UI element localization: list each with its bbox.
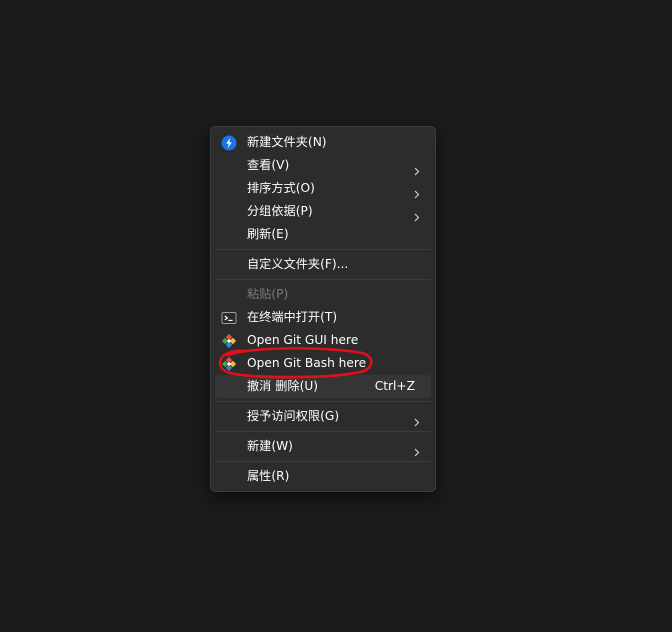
menu-item-label: 查看(V) — [247, 158, 290, 172]
menu-item-label: 粘贴(P) — [247, 287, 289, 301]
menu-item-paste[interactable]: 粘贴(P) — [215, 283, 431, 306]
menu-separator — [215, 431, 431, 432]
chevron-right-icon — [412, 184, 421, 199]
menu-separator — [215, 279, 431, 280]
menu-item-undo-delete[interactable]: 撤消 删除(U) Ctrl+Z — [215, 375, 431, 398]
menu-item-label: Open Git Bash here — [247, 356, 367, 370]
menu-item-open-git-gui[interactable]: Open Git GUI here — [215, 329, 431, 352]
menu-item-customize-folder[interactable]: 自定义文件夹(F)... — [215, 253, 431, 276]
menu-item-new[interactable]: 新建(W) — [215, 435, 431, 458]
menu-item-properties[interactable]: 属性(R) — [215, 465, 431, 488]
menu-item-group-by[interactable]: 分组依据(P) — [215, 200, 431, 223]
chevron-right-icon — [412, 207, 421, 222]
menu-item-label: 排序方式(O) — [247, 181, 315, 195]
git-icon — [221, 333, 237, 349]
menu-item-open-in-terminal[interactable]: 在终端中打开(T) — [215, 306, 431, 329]
menu-item-label: 刷新(E) — [247, 227, 289, 241]
menu-separator — [215, 461, 431, 462]
terminal-icon — [221, 310, 237, 326]
git-icon — [221, 356, 237, 372]
menu-separator — [215, 249, 431, 250]
chevron-right-icon — [412, 442, 421, 457]
context-menu: 新建文件夹(N) 查看(V) 排序方式(O) 分组依据(P) 刷新(E) 自定义… — [210, 126, 436, 492]
menu-item-view[interactable]: 查看(V) — [215, 154, 431, 177]
menu-item-sort[interactable]: 排序方式(O) — [215, 177, 431, 200]
chevron-right-icon — [412, 161, 421, 176]
menu-item-open-git-bash[interactable]: Open Git Bash here — [215, 352, 431, 375]
menu-item-label: 撤消 删除(U) — [247, 379, 319, 393]
new-folder-icon — [221, 135, 237, 151]
desktop-background[interactable]: 新建文件夹(N) 查看(V) 排序方式(O) 分组依据(P) 刷新(E) 自定义… — [0, 0, 672, 632]
chevron-right-icon — [412, 412, 421, 427]
menu-item-new-folder[interactable]: 新建文件夹(N) — [215, 131, 431, 154]
menu-item-label: 分组依据(P) — [247, 204, 313, 218]
menu-item-label: 新建(W) — [247, 439, 293, 453]
menu-item-label: 自定义文件夹(F)... — [247, 257, 349, 271]
menu-item-label: 属性(R) — [247, 469, 290, 483]
menu-item-label: 授予访问权限(G) — [247, 409, 340, 423]
menu-item-grant-access[interactable]: 授予访问权限(G) — [215, 405, 431, 428]
menu-item-label: 新建文件夹(N) — [247, 135, 327, 149]
menu-separator — [215, 401, 431, 402]
menu-item-shortcut: Ctrl+Z — [374, 379, 415, 393]
menu-item-refresh[interactable]: 刷新(E) — [215, 223, 431, 246]
menu-item-label: Open Git GUI here — [247, 333, 359, 347]
menu-item-label: 在终端中打开(T) — [247, 310, 338, 324]
